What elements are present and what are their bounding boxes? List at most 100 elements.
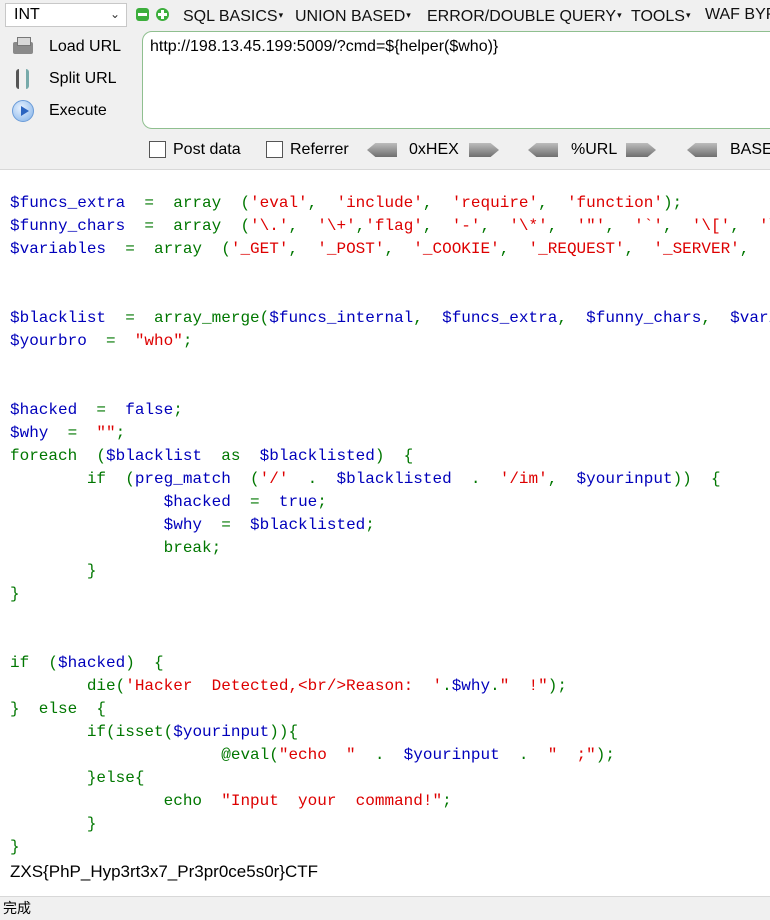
- url-input[interactable]: http://198.13.45.199:5009/?cmd=${helper(…: [142, 31, 770, 129]
- code-line: if(isset($yourinput)){: [10, 721, 298, 743]
- code-line: @eval("echo " . $yourinput . " ;");: [10, 744, 615, 766]
- url-encoding-label: %URL: [571, 141, 618, 158]
- code-token: ,: [413, 309, 443, 327]
- menu-label: SQL BASICS: [183, 8, 278, 25]
- code-token: ,: [422, 217, 452, 235]
- code-token: false: [125, 401, 174, 419]
- code-token: '/im': [499, 470, 548, 488]
- code-line: }: [10, 583, 20, 605]
- code-token: 'eval': [250, 194, 308, 212]
- code-token: $blacklisted: [259, 447, 375, 465]
- url-encode-arrow-icon[interactable]: [626, 143, 656, 157]
- code-line: if (preg_match ('/' . $blacklisted . '/i…: [10, 468, 721, 490]
- code-token: =: [77, 401, 126, 419]
- code-token: ;: [182, 332, 193, 350]
- code-token: @eval(: [10, 746, 279, 764]
- code-token: '_COOKIE': [413, 240, 500, 258]
- code-token: ,: [288, 217, 318, 235]
- split-url-icon: [12, 68, 34, 90]
- hex-encode-arrow-icon[interactable]: [469, 143, 499, 157]
- chevron-down-icon: ⌄: [109, 7, 120, 21]
- hackbar-toolbar: INT ⌄ SQL BASICS▾ UNION BASED▾ ERROR/DOU…: [0, 0, 770, 170]
- caret-down-icon: ▾: [278, 10, 284, 20]
- hex-label: 0xHEX: [409, 141, 459, 158]
- code-token: "echo ": [278, 746, 356, 764]
- code-token: preg_match: [134, 470, 231, 488]
- code-token: '\[': [691, 217, 731, 235]
- code-token: ,: [739, 240, 769, 258]
- code-line: $funny_chars = array ('\.', '\+','flag',…: [10, 215, 770, 237]
- code-token: = array (: [106, 240, 231, 258]
- base64-decode-arrow-icon[interactable]: [687, 143, 717, 157]
- injection-type-value: INT: [14, 6, 40, 23]
- code-token: = array (: [125, 217, 251, 235]
- code-token: .: [451, 470, 500, 488]
- code-token: $blacklist: [10, 309, 107, 327]
- execute-label: Execute: [49, 102, 107, 119]
- menu-sql-basics[interactable]: SQL BASICS▾: [183, 5, 283, 27]
- code-token: );: [595, 746, 615, 764]
- menu-waf-bypass[interactable]: WAF BYP: [705, 5, 770, 25]
- code-token: $why: [10, 424, 49, 442]
- code-line: $why = $blacklisted;: [10, 514, 375, 536]
- code-token: '/': [259, 470, 289, 488]
- code-token: $yourinput: [403, 746, 500, 764]
- code-token: '"': [576, 217, 606, 235]
- code-token: 'flag': [365, 217, 423, 235]
- code-line: } else {: [10, 698, 106, 720]
- referrer-checkbox[interactable]: [266, 141, 283, 158]
- execute-button[interactable]: Execute: [8, 97, 138, 125]
- code-token: ;: [173, 401, 183, 419]
- split-url-button[interactable]: Split URL: [8, 65, 138, 93]
- code-token: $blacklisted: [250, 516, 366, 534]
- code-token: .: [355, 746, 404, 764]
- code-token: if (: [10, 470, 135, 488]
- split-url-label: Split URL: [49, 70, 117, 87]
- caret-down-icon: ▾: [406, 10, 411, 20]
- code-token: )){: [269, 723, 299, 741]
- code-line: die('Hacker Detected,<br/>Reason: '.$why…: [10, 675, 567, 697]
- code-token: '_REQUEST': [528, 240, 625, 258]
- code-token: '\]': [759, 217, 770, 235]
- post-data-checkbox[interactable]: [149, 141, 166, 158]
- code-token: ,: [422, 194, 452, 212]
- code-token: ;: [115, 424, 126, 442]
- referrer-label: Referrer: [290, 141, 349, 158]
- code-token: ;: [365, 516, 375, 534]
- code-token: (: [230, 470, 260, 488]
- code-token: $hacked: [10, 401, 78, 419]
- code-token: 'Hacker Detected,<br/>Reason: ': [125, 677, 443, 695]
- code-token: '_SERVER': [653, 240, 740, 258]
- code-line: if ($hacked) {: [10, 652, 164, 674]
- url-decode-arrow-icon[interactable]: [528, 143, 558, 157]
- code-token: =: [202, 516, 251, 534]
- code-line: $funcs_extra = array ('eval', 'include',…: [10, 192, 682, 214]
- code-token: $funny_chars: [586, 309, 702, 327]
- menu-error-double-query[interactable]: ERROR/DOUBLE QUERY▾: [427, 5, 622, 27]
- code-token: = array (: [125, 194, 251, 212]
- code-token: ,: [384, 240, 414, 258]
- menu-union-based[interactable]: UNION BASED▾: [295, 5, 411, 27]
- code-token: ,: [538, 194, 567, 212]
- code-token: die(: [10, 677, 126, 695]
- hex-decode-arrow-icon[interactable]: [367, 143, 397, 157]
- injection-type-select[interactable]: INT ⌄: [5, 3, 127, 27]
- load-url-label: Load URL: [49, 38, 122, 55]
- code-token: " !": [499, 677, 548, 695]
- menu-tools[interactable]: TOOLS▾: [631, 5, 690, 27]
- code-token: }: [10, 838, 20, 856]
- post-data-label: Post data: [173, 141, 241, 158]
- hackbar-options-row: Post data Referrer 0xHEX %URL BASE: [0, 137, 770, 163]
- plus-icon[interactable]: [156, 8, 169, 21]
- code-line: foreach ($blacklist as $blacklisted) {: [10, 445, 413, 467]
- code-token: $funcs_extra: [442, 309, 558, 327]
- code-token: $yourinput: [173, 723, 270, 741]
- code-token: ,: [307, 194, 337, 212]
- minus-icon[interactable]: [136, 8, 149, 21]
- load-url-button[interactable]: Load URL: [8, 33, 138, 61]
- code-line: }: [10, 560, 97, 582]
- code-token: if(isset(: [10, 723, 174, 741]
- code-token: =: [230, 493, 279, 511]
